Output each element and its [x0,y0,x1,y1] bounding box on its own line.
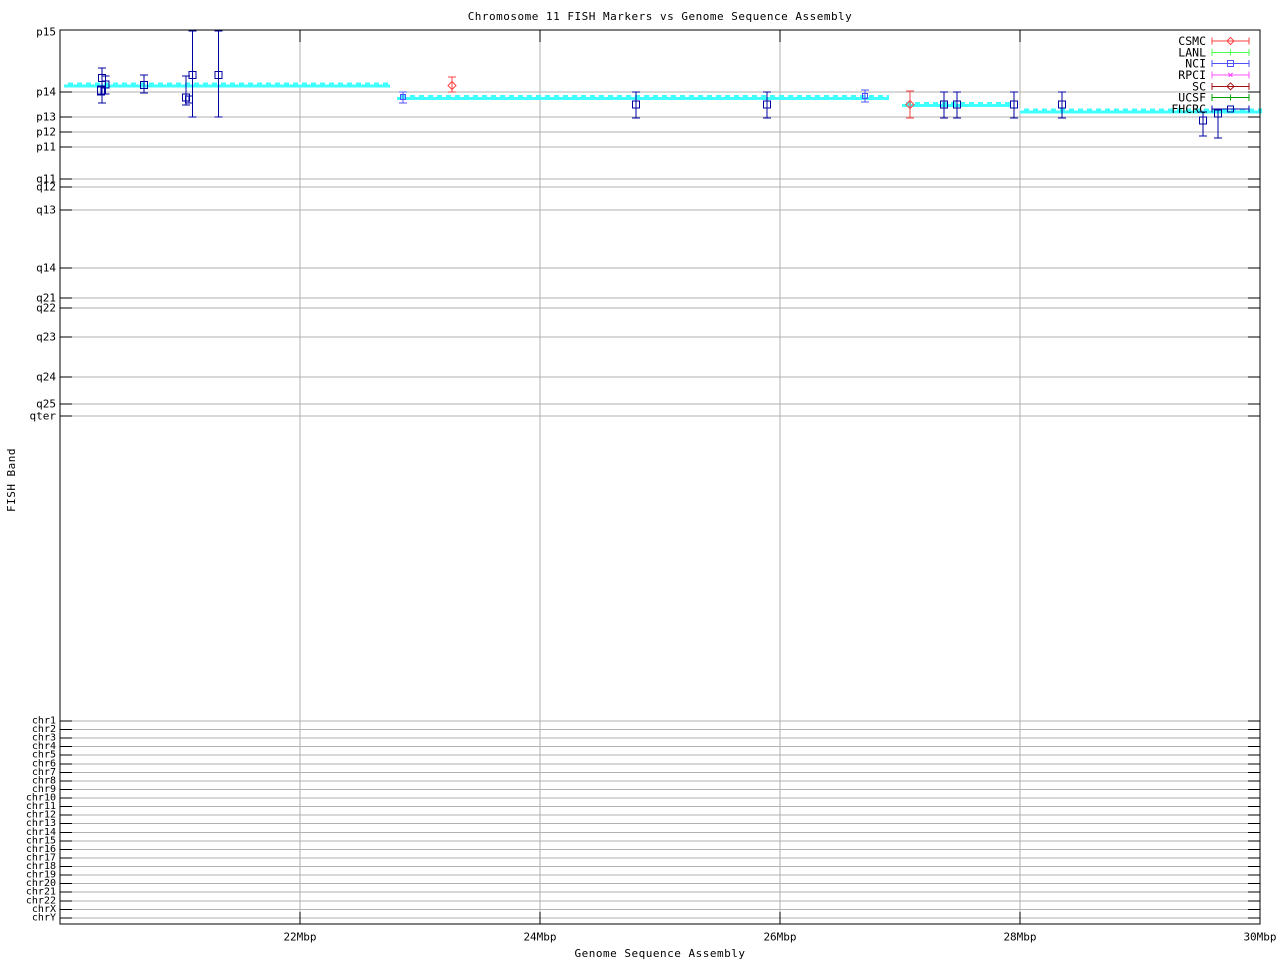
y-tick-label: p13 [36,111,56,124]
fish-marker-chart: Chromosome 11 FISH Markers vs Genome Seq… [0,0,1280,960]
plot-canvas: 22Mbp 24Mbp 26Mbp 28Mbp 30Mbp p15 p14 p13 p12 p11… [26,26,1277,944]
y-tick-label: p14 [36,86,56,99]
y-tick-label: p15 [36,26,56,39]
y-tick-label: q23 [36,331,56,344]
x-tick-label: 24Mbp [523,931,556,944]
x-tick-label: 22Mbp [283,931,316,944]
chr-tick-label: chrY [32,912,56,923]
y-tick-label: q13 [36,204,56,217]
y-tick-label: q14 [36,262,56,275]
y-tick-label: q24 [36,371,56,384]
x-tick-label: 30Mbp [1243,931,1276,944]
y-tick-label: qter [30,410,57,423]
x-tick-label: 26Mbp [763,931,796,944]
legend-label-fhcrc: FHCRC [1171,102,1206,116]
y-tick-label: p11 [36,141,56,154]
y-tick-label: q22 [36,302,56,315]
x-tick-label: 28Mbp [1003,931,1036,944]
y-tick-label: p12 [36,126,56,139]
y-tick-label: q12 [36,181,56,194]
